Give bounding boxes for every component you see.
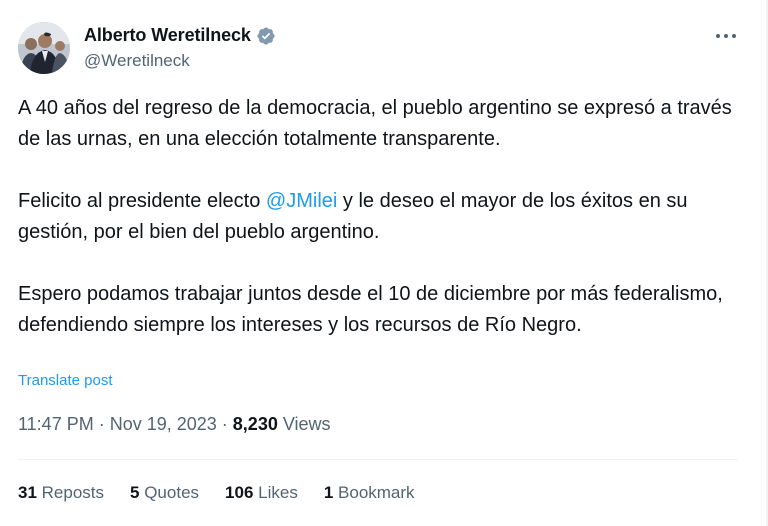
bookmarks-stat[interactable]: 1 Bookmark (324, 483, 415, 503)
bookmarks-label: Bookmark (333, 483, 415, 502)
author-display-name[interactable]: Alberto Weretilneck (84, 25, 251, 46)
more-options-icon[interactable] (712, 28, 740, 44)
reposts-label: Reposts (36, 483, 105, 502)
avatar-photo (18, 22, 70, 74)
likes-label: Likes (253, 483, 298, 502)
tweet-paragraph-3: Espero podamos trabajar juntos desde el … (18, 283, 723, 336)
post-time[interactable]: 11:47 PM (18, 414, 94, 434)
avatar[interactable] (18, 22, 70, 74)
post-date[interactable]: Nov 19, 2023 (110, 414, 217, 434)
views-count: 8,230 (232, 414, 278, 434)
bookmarks-count: 1 (323, 483, 334, 502)
meta-separator: · (216, 414, 233, 434)
author-name-row: Alberto Weretilneck (84, 25, 276, 46)
author-handle[interactable]: @Weretilneck (84, 51, 190, 71)
tweet-paragraph-2-start: Felicito al presidente electo (18, 190, 266, 212)
quotes-stat[interactable]: 5 Quotes (130, 483, 199, 503)
divider (18, 459, 738, 460)
verified-badge-icon[interactable] (256, 26, 276, 46)
tweet-text: A 40 años del regreso de la democracia, … (18, 93, 753, 341)
quotes-label: Quotes (139, 483, 200, 502)
tweet-card: Alberto Weretilneck @Weretilneck A 40 añ… (0, 0, 768, 526)
likes-count: 106 (225, 483, 254, 502)
tweet-meta: 11:47 PM · Nov 19, 2023 · 8,230 Views (18, 414, 331, 435)
tweet-paragraph-1: A 40 años del regreso de la democracia, … (18, 97, 732, 150)
views-label: Views (277, 414, 331, 434)
reposts-count: 31 (18, 483, 37, 502)
mention-link[interactable]: @JMilei (266, 190, 337, 212)
engagement-stats: 31 Reposts 5 Quotes 106 Likes 1 Bookmark (18, 483, 415, 503)
meta-separator: · (93, 414, 110, 434)
likes-stat[interactable]: 106 Likes (225, 483, 298, 503)
reposts-stat[interactable]: 31 Reposts (18, 483, 104, 503)
translate-post-link[interactable]: Translate post (18, 372, 113, 389)
tweet-paragraph-2: Felicito al presidente electo @JMilei y … (18, 186, 753, 248)
